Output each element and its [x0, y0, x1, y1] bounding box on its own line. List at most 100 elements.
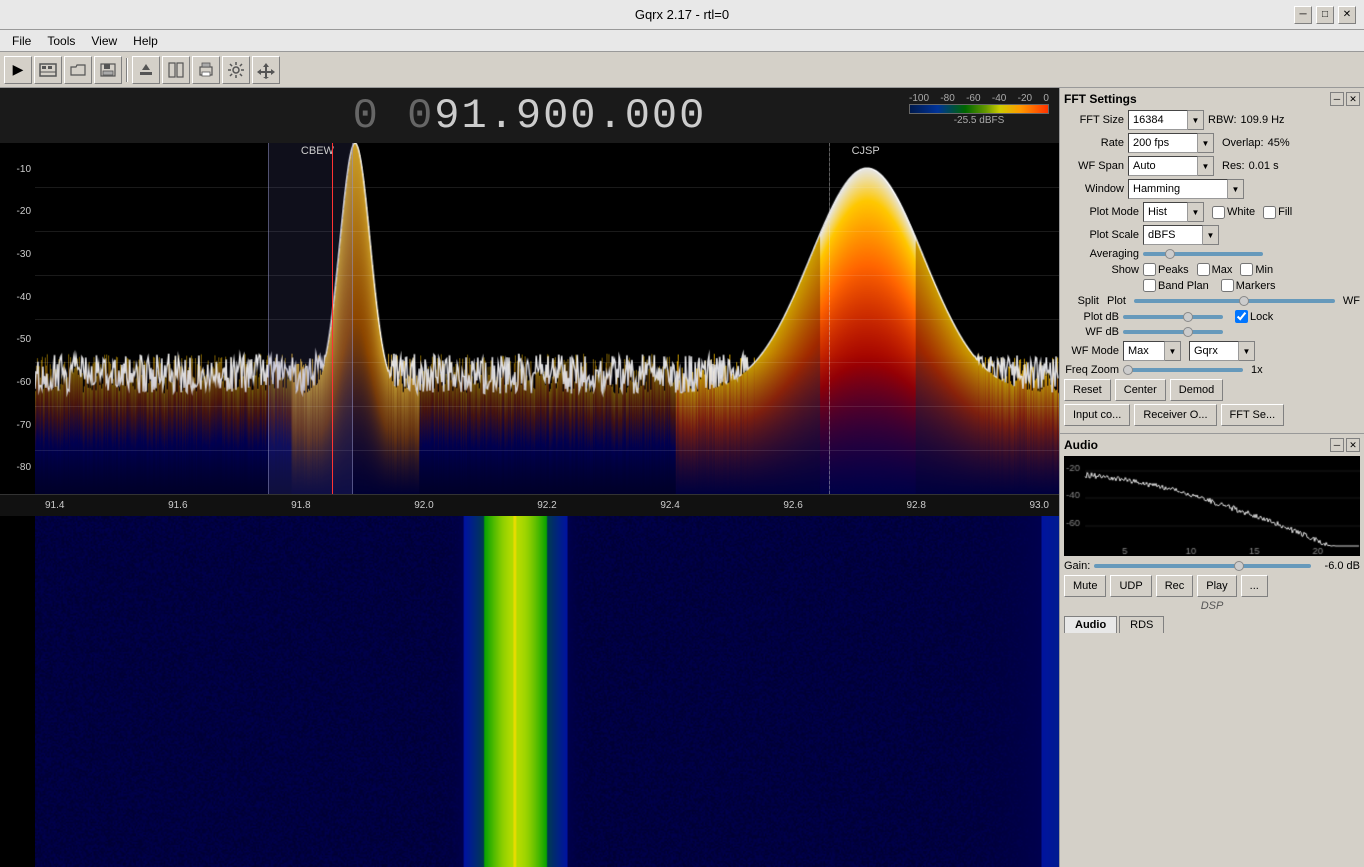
wf-label: WF	[1343, 295, 1360, 307]
wf-color-input[interactable]	[1189, 341, 1239, 361]
input-co-button[interactable]: Input co...	[1064, 404, 1130, 426]
audio-buttons-row: Mute UDP Rec Play ...	[1064, 575, 1360, 597]
white-checkbox-label: White	[1212, 206, 1255, 219]
settings-button[interactable]	[222, 56, 250, 84]
plot-db-label: Plot dB	[1064, 311, 1119, 323]
close-button[interactable]: ✕	[1338, 6, 1356, 24]
freq-axis-labels: 91.4 91.6 91.8 92.0 92.2 92.4 92.6 92.8 …	[35, 500, 1059, 511]
wf-mode-arrow[interactable]: ▼	[1165, 341, 1181, 361]
menu-file[interactable]: File	[4, 32, 39, 50]
menu-help[interactable]: Help	[125, 32, 166, 50]
reset-button[interactable]: Reset	[1064, 379, 1111, 401]
freq-scale: -100 -80 -60 -40 -20 0 -25.5 dBFS	[909, 93, 1049, 126]
plot-scale-arrow[interactable]: ▼	[1203, 225, 1219, 245]
wfspan-row: WF Span ▼ Res: 0.01 s	[1064, 156, 1360, 176]
window-input[interactable]	[1128, 179, 1228, 199]
audio-close-btn[interactable]: ✕	[1346, 438, 1360, 452]
overlap-label: Overlap:	[1222, 137, 1264, 149]
white-checkbox[interactable]	[1212, 206, 1225, 219]
overlap-value: 45%	[1268, 137, 1290, 149]
freq-zoom-row: Freq Zoom 1x	[1064, 364, 1360, 376]
window-arrow[interactable]: ▼	[1228, 179, 1244, 199]
rate-label: Rate	[1064, 137, 1124, 149]
minimize-button[interactable]: ─	[1294, 6, 1312, 24]
rate-arrow[interactable]: ▼	[1198, 133, 1214, 153]
band-plan-checkbox[interactable]	[1143, 279, 1156, 292]
gain-label: Gain:	[1064, 560, 1090, 572]
toolbar: ▶	[0, 52, 1364, 88]
hardware-button[interactable]	[34, 56, 62, 84]
wf-span-input[interactable]	[1128, 156, 1198, 176]
audio-minimize-btn[interactable]: ─	[1330, 438, 1344, 452]
min-checkbox[interactable]	[1240, 263, 1253, 276]
freq-axis: 91.4 91.6 91.8 92.0 92.2 92.4 92.6 92.8 …	[0, 494, 1059, 516]
tab-rds[interactable]: RDS	[1119, 616, 1164, 633]
move-button[interactable]	[252, 56, 280, 84]
demod-button[interactable]: Demod	[1170, 379, 1223, 401]
wf-mode-row: WF Mode ▼ ▼	[1064, 341, 1360, 361]
rate-row: Rate ▼ Overlap: 45%	[1064, 133, 1360, 153]
split-button[interactable]	[162, 56, 190, 84]
audio-plot	[1064, 456, 1360, 556]
wf-color-combo: ▼	[1189, 341, 1255, 361]
averaging-slider[interactable]	[1143, 252, 1263, 256]
spectrum-plot[interactable]: -10 -20 -30 -40 -50 -60 -70 -80 CBEW CJS…	[0, 143, 1059, 494]
plot-scale-label: Plot Scale	[1064, 229, 1139, 241]
menu-bar: File Tools View Help	[0, 30, 1364, 52]
toolbar-sep-1	[126, 58, 128, 82]
rate-combo: ▼	[1128, 133, 1214, 153]
fft-minimize-btn[interactable]: ─	[1330, 92, 1344, 106]
fft-size-label: FFT Size	[1064, 114, 1124, 126]
markers-checkbox[interactable]	[1221, 279, 1234, 292]
plot-db-slider[interactable]	[1123, 315, 1223, 319]
more-button[interactable]: ...	[1241, 575, 1268, 597]
wf-span-arrow[interactable]: ▼	[1198, 156, 1214, 176]
play-button[interactable]: ▶	[4, 56, 32, 84]
lock-checkbox[interactable]	[1235, 310, 1248, 323]
open-button[interactable]	[64, 56, 92, 84]
center-button[interactable]: Center	[1115, 379, 1166, 401]
y-label-40: -40	[0, 292, 35, 303]
split-slider[interactable]	[1134, 299, 1335, 303]
play-button-audio[interactable]: Play	[1197, 575, 1236, 597]
wf-color-arrow[interactable]: ▼	[1239, 341, 1255, 361]
freq-scale-db: -25.5 dBFS	[909, 115, 1049, 126]
receiver-o-button[interactable]: Receiver O...	[1134, 404, 1216, 426]
window-row: Window ▼	[1064, 179, 1360, 199]
udp-button[interactable]: UDP	[1110, 575, 1151, 597]
y-label-20: -20	[0, 206, 35, 217]
wf-mode-input[interactable]	[1123, 341, 1165, 361]
plot-mode-arrow[interactable]: ▼	[1188, 202, 1204, 222]
maximize-button[interactable]: □	[1316, 6, 1334, 24]
waterfall-area[interactable]	[0, 516, 1059, 867]
fft-se-button[interactable]: FFT Se...	[1221, 404, 1285, 426]
fft-size-arrow[interactable]: ▼	[1188, 110, 1204, 130]
save-button[interactable]	[94, 56, 122, 84]
audio-canvas	[1064, 456, 1360, 556]
peaks-checkbox[interactable]	[1143, 263, 1156, 276]
spectrum-area[interactable]: 0 091.900.000 -100 -80 -60 -40 -20 0 -25…	[0, 88, 1059, 867]
plot-mode-input[interactable]	[1143, 202, 1188, 222]
fill-checkbox[interactable]	[1263, 206, 1276, 219]
band-plan-label: Band Plan	[1158, 280, 1209, 292]
download-button[interactable]	[132, 56, 160, 84]
gain-slider[interactable]	[1094, 564, 1311, 568]
audio-tabs: Audio RDS	[1064, 616, 1360, 633]
freq-zoom-slider[interactable]	[1123, 368, 1243, 372]
menu-view[interactable]: View	[83, 32, 125, 50]
freq-scale-bar	[909, 104, 1049, 114]
tab-audio[interactable]: Audio	[1064, 616, 1117, 633]
mute-button[interactable]: Mute	[1064, 575, 1106, 597]
fft-size-input[interactable]	[1128, 110, 1188, 130]
print-button[interactable]	[192, 56, 220, 84]
rec-button[interactable]: Rec	[1156, 575, 1194, 597]
split-label: Split	[1064, 295, 1099, 307]
rate-input[interactable]	[1128, 133, 1198, 153]
wf-db-slider[interactable]	[1123, 330, 1223, 334]
fft-close-btn[interactable]: ✕	[1346, 92, 1360, 106]
menu-tools[interactable]: Tools	[39, 32, 83, 50]
plot-scale-input[interactable]	[1143, 225, 1203, 245]
station-cjsp: CJSP	[852, 145, 880, 157]
wf-span-label: WF Span	[1064, 160, 1124, 172]
max-checkbox[interactable]	[1197, 263, 1210, 276]
